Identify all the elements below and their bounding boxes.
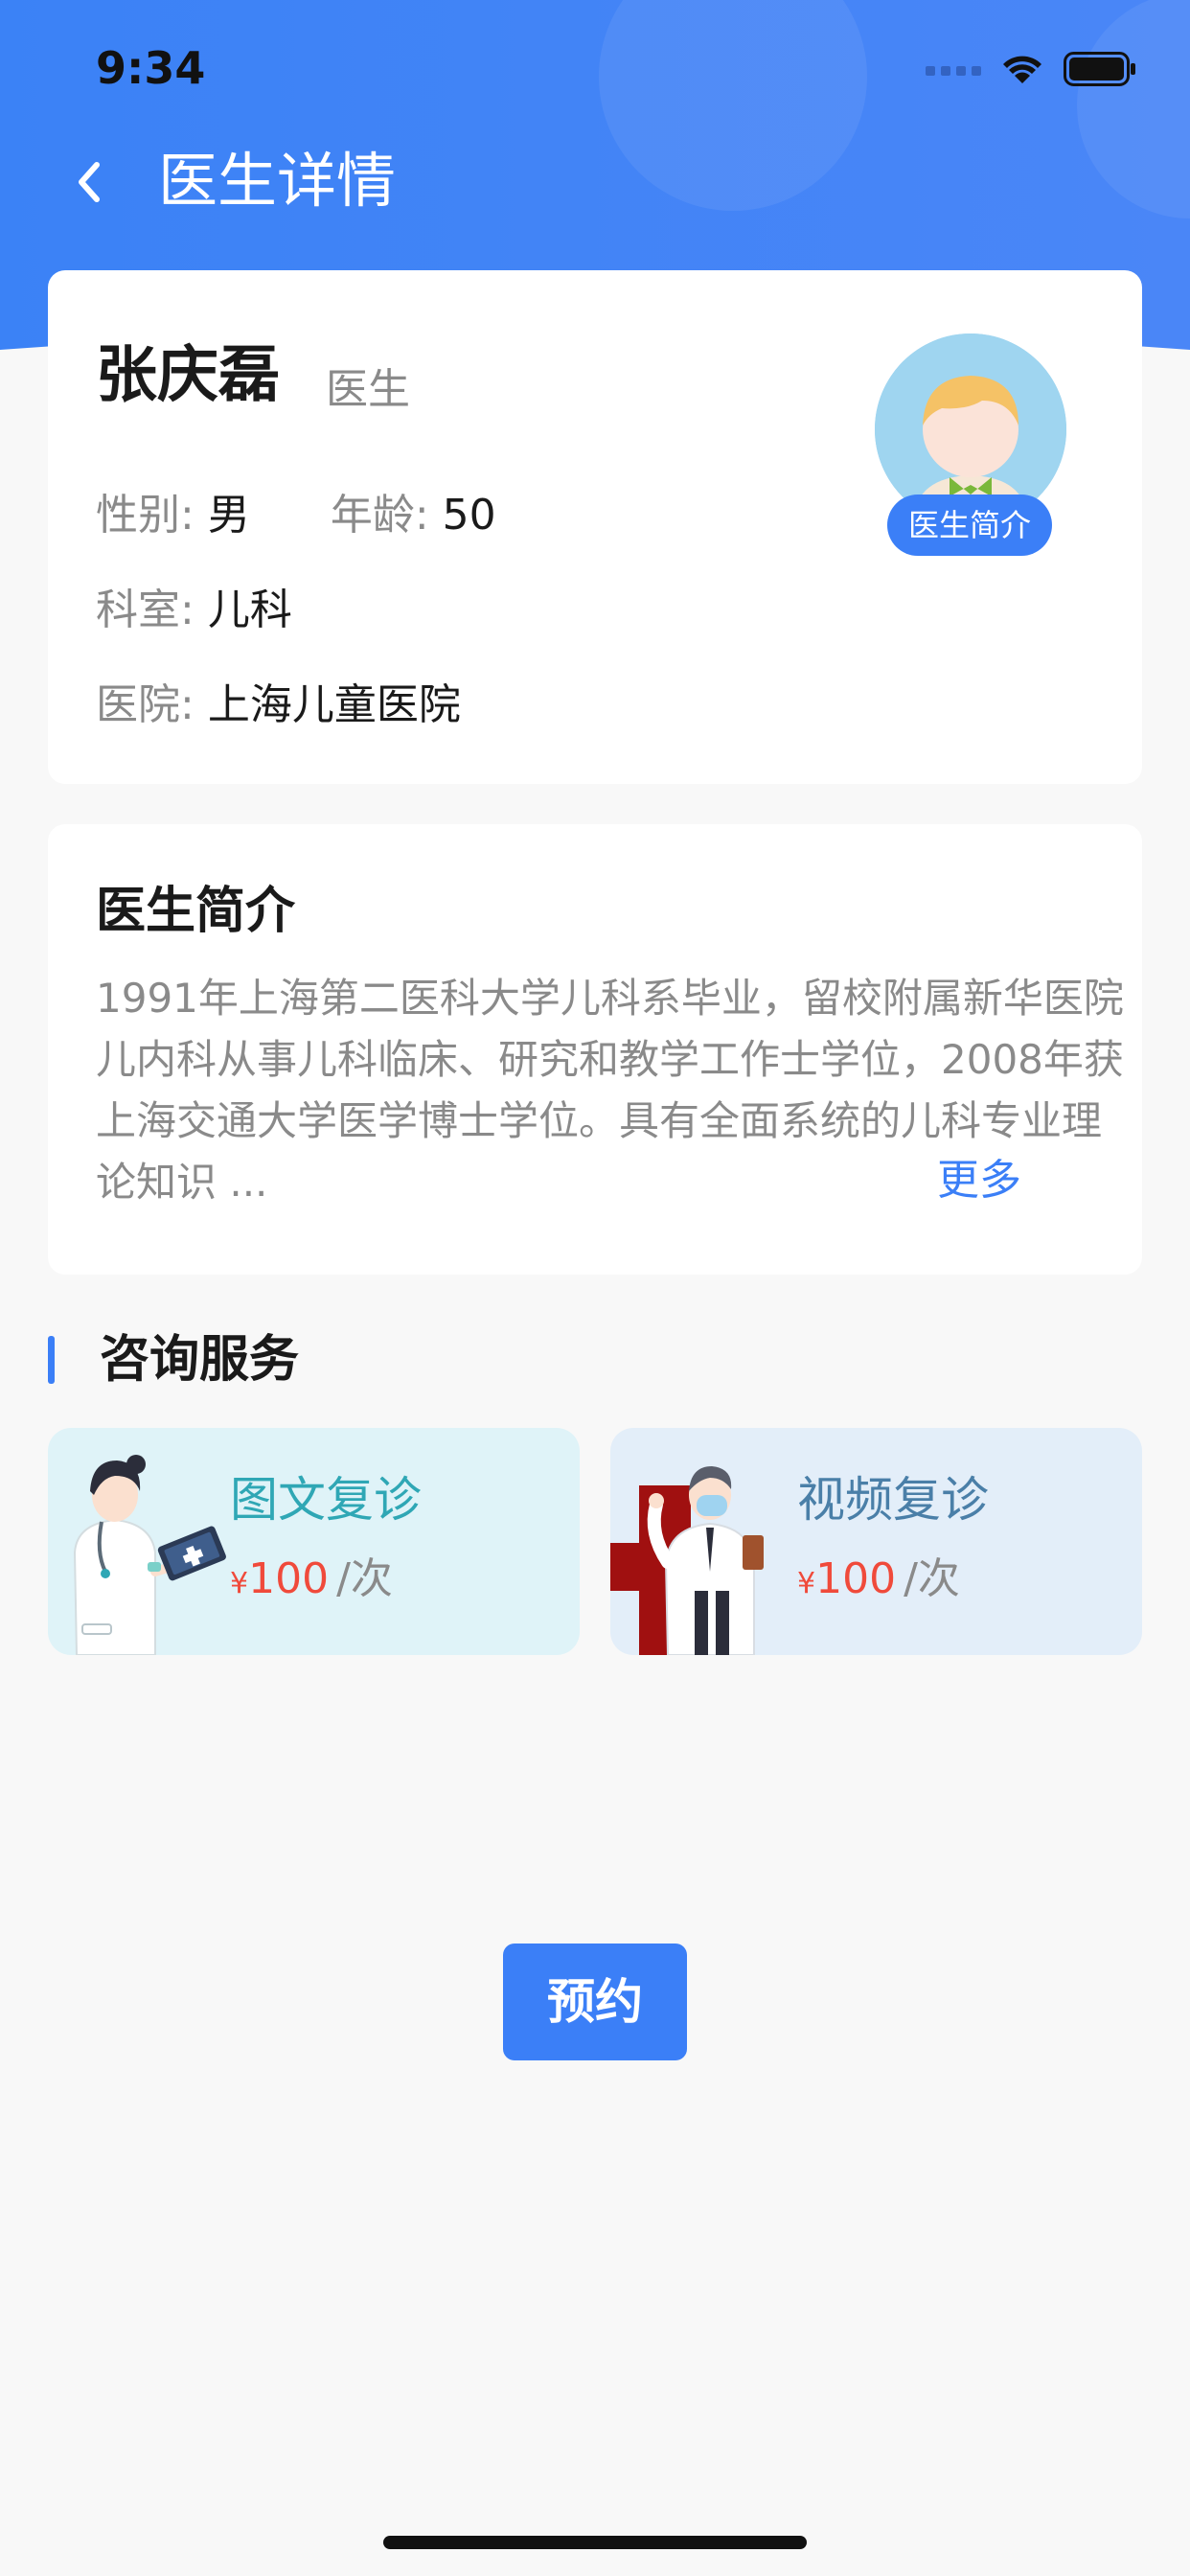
price-amount: 100 [815, 1554, 897, 1603]
age-label: 年龄: [330, 491, 429, 540]
chevron-left-icon [79, 162, 100, 202]
doctor-card: 张庆磊 医生 性别: 男 年龄: 50 科室: 儿科 医院: 上海儿童医院 医生… [48, 270, 1142, 784]
more-link[interactable]: 更多 [937, 1150, 1021, 1211]
department-value: 儿科 [207, 586, 292, 634]
signal-icon [926, 66, 981, 76]
nav-bar: 医生详情 [0, 134, 1190, 230]
service-price: ¥100/次 [797, 1551, 960, 1613]
service-card-text[interactable]: 图文复诊 ¥100/次 [48, 1428, 580, 1655]
status-icons [926, 52, 1136, 86]
price-amount: 100 [248, 1554, 330, 1603]
currency-symbol: ¥ [230, 1567, 249, 1600]
doctor-mask-icon [610, 1466, 764, 1655]
service-name: 视频复诊 [797, 1472, 989, 1528]
gender-age-row: 性别: 男 年龄: 50 [96, 487, 496, 544]
service-name: 图文复诊 [230, 1472, 422, 1528]
service-price: ¥100/次 [230, 1551, 393, 1613]
hospital-value: 上海儿童医院 [207, 680, 461, 729]
currency-symbol: ¥ [797, 1567, 816, 1600]
doctor-title: 医生 [326, 365, 410, 414]
intro-card: 医生简介 1991年上海第二医科大学儿科系毕业，留校附属新华医院儿内科从事儿科临… [48, 824, 1142, 1275]
intro-badge-button[interactable]: 医生简介 [887, 494, 1052, 556]
section-accent-bar [48, 1336, 55, 1384]
doctor-name: 张庆磊 [96, 340, 280, 411]
doctor-tablet-icon [73, 1455, 226, 1655]
intro-title: 医生简介 [96, 883, 296, 940]
age-value: 50 [442, 491, 496, 540]
department-label: 科室: [96, 586, 195, 634]
wifi-icon [1003, 56, 1041, 83]
book-button[interactable]: 预约 [503, 1944, 687, 2060]
gender-value: 男 [207, 491, 250, 540]
price-unit: /次 [336, 1554, 393, 1603]
gender-label: 性别: [96, 491, 195, 540]
home-indicator [383, 2536, 807, 2549]
service-card-video[interactable]: 视频复诊 ¥100/次 [610, 1428, 1142, 1655]
hospital-label: 医院: [96, 680, 195, 729]
price-unit: /次 [904, 1554, 960, 1603]
hospital-row: 医院: 上海儿童医院 [96, 677, 461, 734]
status-time: 9:34 [96, 42, 206, 94]
back-button[interactable] [61, 155, 115, 209]
status-bar: 9:34 [0, 0, 1190, 134]
page-title: 医生详情 [158, 146, 397, 216]
battery-icon [1064, 52, 1135, 86]
services-title: 咨询服务 [100, 1331, 300, 1389]
department-row: 科室: 儿科 [96, 582, 292, 639]
